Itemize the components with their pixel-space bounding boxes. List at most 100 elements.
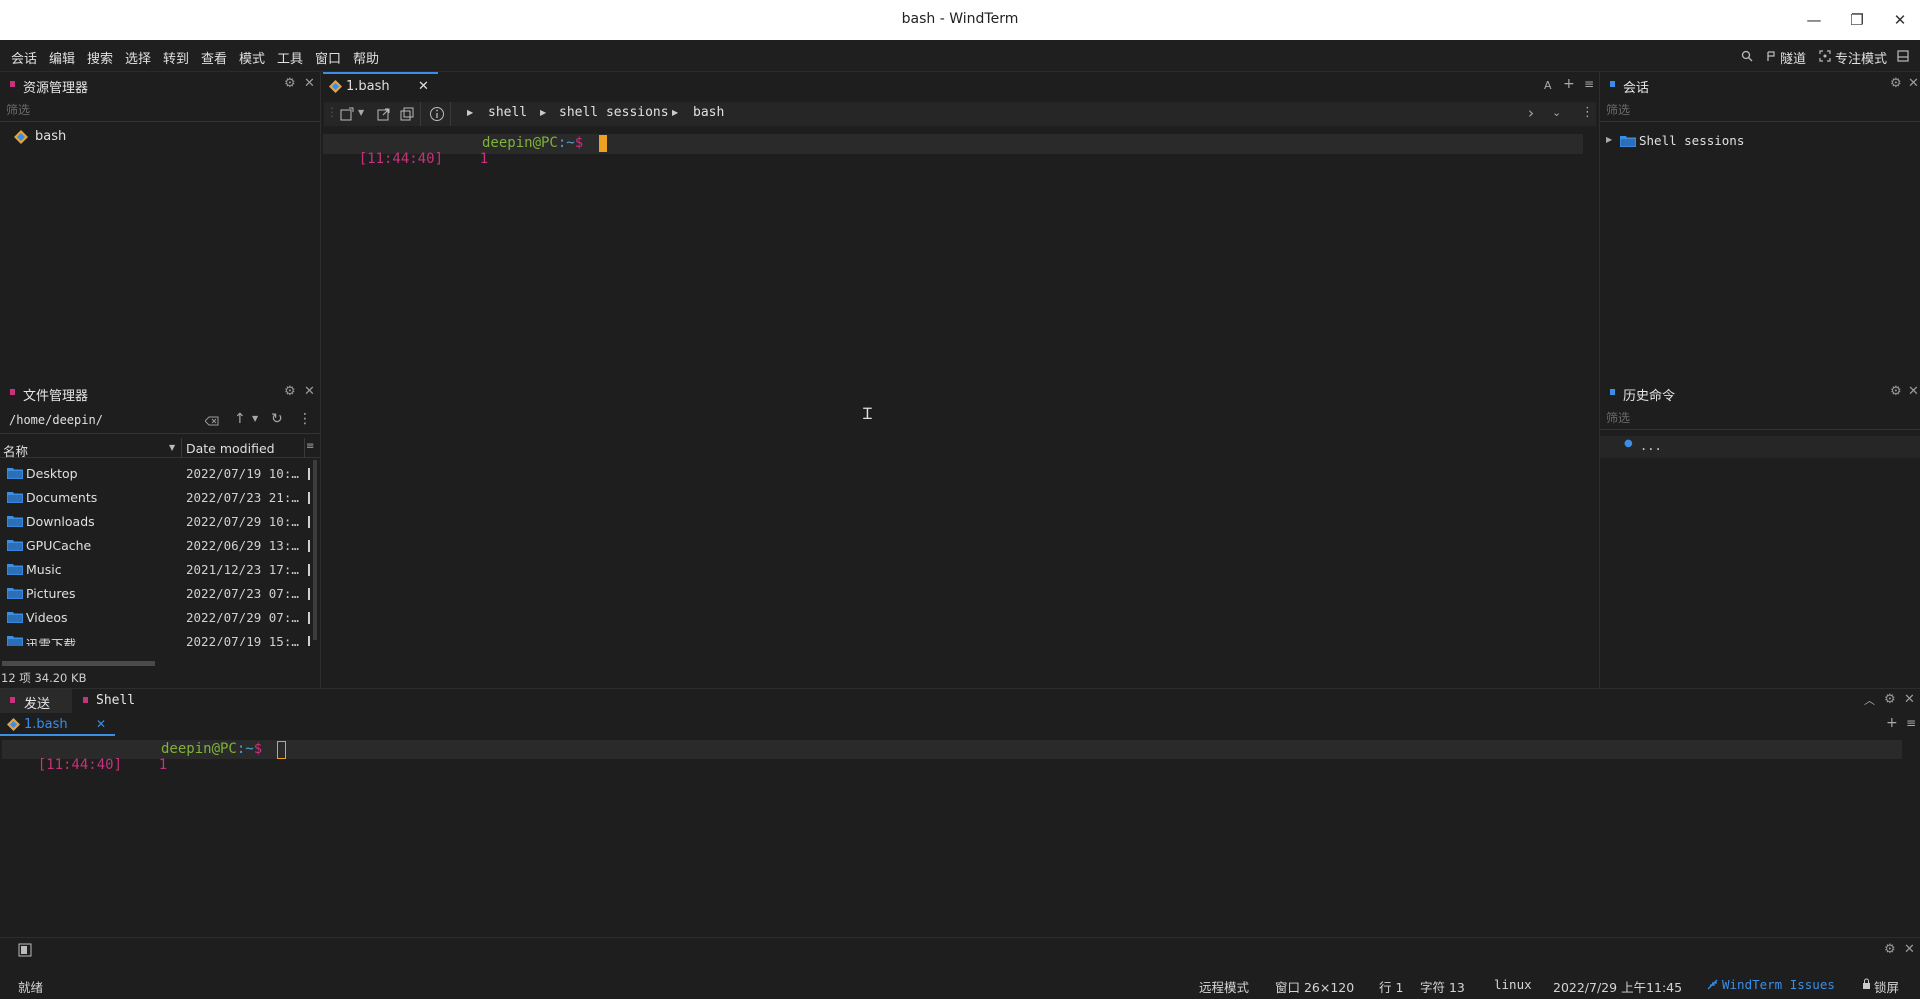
column-date[interactable]: Date modified: [186, 441, 275, 456]
file-row[interactable]: 迅雷下载 2022/07/19 15:…: [0, 630, 310, 646]
file-row[interactable]: Downloads 2022/07/29 10:…: [0, 510, 310, 534]
path-input[interactable]: /home/deepin/: [9, 413, 103, 427]
terminal-viewport[interactable]: [321, 154, 1585, 684]
chevron-down-icon[interactable]: ▼: [358, 108, 364, 117]
menu-session[interactable]: 会话: [11, 48, 37, 67]
more-icon[interactable]: ⋮: [1581, 105, 1594, 120]
breadcrumb-item[interactable]: shell: [488, 105, 527, 120]
chevron-right-icon[interactable]: ›: [1528, 104, 1534, 122]
close-icon[interactable]: ✕: [304, 384, 315, 399]
file-date: 2022/07/29 10:…: [186, 514, 299, 529]
layout-icon[interactable]: [1897, 50, 1909, 62]
gear-icon[interactable]: ⚙: [1884, 942, 1896, 957]
history-title: 历史命令: [1623, 389, 1676, 404]
chevron-down-icon[interactable]: ⌄: [1552, 106, 1561, 119]
send-input-area[interactable]: [0, 761, 1920, 931]
close-icon[interactable]: ✕: [304, 76, 315, 91]
more-icon[interactable]: ⋮: [298, 411, 312, 427]
font-size-button[interactable]: A: [1544, 79, 1552, 92]
close-icon[interactable]: ✕: [1908, 384, 1919, 399]
info-icon[interactable]: [429, 106, 445, 122]
menu-select[interactable]: 选择: [125, 48, 151, 67]
cursor-row[interactable]: 行 1: [1379, 977, 1403, 996]
restore-button[interactable]: ❐: [1842, 8, 1872, 32]
focus-mode-button[interactable]: 专注模式: [1835, 48, 1887, 67]
menu-icon[interactable]: ≡: [1584, 77, 1594, 91]
tunnel-button[interactable]: 隧道: [1780, 48, 1806, 67]
close-tab-icon[interactable]: ✕: [418, 79, 429, 94]
prompt-dollar: $: [574, 135, 584, 151]
close-icon[interactable]: ✕: [1904, 942, 1915, 957]
chevron-down-icon[interactable]: ▼: [252, 414, 258, 423]
file-row[interactable]: Documents 2022/07/23 21:…: [0, 486, 310, 510]
cursor-chars[interactable]: 字符 13: [1420, 977, 1465, 996]
minimize-button[interactable]: —: [1799, 8, 1829, 32]
session-tree-item[interactable]: ▶ Shell sessions: [1606, 132, 1826, 152]
menu-mode[interactable]: 模式: [239, 48, 265, 67]
file-manager-header: 文件管理器 ⚙ ✕: [0, 380, 320, 406]
refresh-icon[interactable]: ↻: [271, 411, 283, 427]
panel-marker: [10, 389, 15, 395]
menu-icon[interactable]: ≡: [1906, 716, 1916, 730]
window-size[interactable]: 窗口 26×120: [1275, 977, 1354, 996]
notes-icon[interactable]: [18, 943, 32, 957]
new-tab-icon[interactable]: +: [1563, 76, 1575, 92]
file-date: 2022/07/19 15:…: [186, 634, 299, 646]
lock-screen-button[interactable]: 锁屏: [1874, 977, 1899, 996]
search-icon[interactable]: [1741, 50, 1753, 62]
close-window-button[interactable]: ✕: [1885, 8, 1915, 32]
breadcrumb-item[interactable]: shell sessions: [559, 105, 669, 120]
column-more-icon[interactable]: ≡: [306, 441, 314, 452]
breadcrumb-toolbar: ⋮ ▼ ▶ shell ▶ shell sessions ▶ bash › ⌄ …: [324, 102, 1596, 126]
copy-session-icon[interactable]: [400, 107, 414, 121]
drag-handle-icon[interactable]: ⋮: [326, 105, 338, 119]
close-tab-icon[interactable]: ✕: [96, 717, 106, 731]
close-icon[interactable]: ✕: [1904, 692, 1915, 707]
remote-mode[interactable]: 远程模式: [1199, 977, 1249, 996]
history-item[interactable]: ● ...: [1600, 436, 1920, 458]
menu-bar: 会话 编辑 搜索 选择 转到 查看 模式 工具 窗口 帮助 隧道 专注模式: [0, 40, 1920, 72]
chevron-up-icon[interactable]: ︿: [1864, 692, 1875, 708]
new-tab-icon[interactable]: +: [1886, 715, 1898, 731]
close-icon[interactable]: ✕: [1908, 76, 1919, 91]
gear-icon[interactable]: ⚙: [1890, 384, 1902, 399]
prompt-text: deepin@PC:~$: [482, 135, 583, 151]
file-row[interactable]: Desktop 2022/07/19 10:…: [0, 462, 310, 486]
file-row[interactable]: Videos 2022/07/29 07:…: [0, 606, 310, 630]
vertical-scrollbar[interactable]: [313, 460, 317, 640]
menu-tools[interactable]: 工具: [277, 48, 303, 67]
sessions-filter-input[interactable]: [1600, 100, 1920, 120]
gear-icon[interactable]: ⚙: [1884, 692, 1896, 707]
breadcrumb-item[interactable]: bash: [693, 105, 724, 120]
history-filter-input[interactable]: [1600, 408, 1920, 428]
up-arrow-icon[interactable]: ↑: [234, 411, 246, 427]
explorer-item-bash[interactable]: bash: [14, 129, 214, 149]
gear-icon[interactable]: ⚙: [1890, 76, 1902, 91]
gear-icon[interactable]: ⚙: [284, 384, 296, 399]
clear-path-icon[interactable]: [205, 416, 219, 426]
new-session-icon[interactable]: [340, 107, 354, 121]
tab-send[interactable]: 发送: [0, 689, 72, 713]
menu-goto[interactable]: 转到: [163, 48, 189, 67]
column-name[interactable]: 名称: [3, 441, 28, 460]
expand-arrow-icon[interactable]: ▶: [1606, 135, 1612, 144]
size-indicator: [308, 588, 310, 600]
duplicate-session-icon[interactable]: [377, 107, 391, 121]
file-date: 2022/07/23 21:…: [186, 490, 299, 505]
file-row[interactable]: Pictures 2022/07/23 07:…: [0, 582, 310, 606]
menu-view[interactable]: 查看: [201, 48, 227, 67]
tab-shell[interactable]: Shell: [80, 689, 152, 713]
menu-help[interactable]: 帮助: [353, 48, 379, 67]
os-type[interactable]: linux: [1494, 977, 1532, 992]
windterm-issues-link[interactable]: WindTerm Issues: [1722, 977, 1835, 992]
menu-search[interactable]: 搜索: [87, 48, 113, 67]
menu-window[interactable]: 窗口: [315, 48, 341, 67]
sub-tab-1-bash[interactable]: 1.bash ✕: [0, 714, 115, 736]
file-row[interactable]: Music 2021/12/23 17:…: [0, 558, 310, 582]
horizontal-scrollbar[interactable]: [2, 661, 155, 666]
explorer-filter-input[interactable]: [0, 100, 320, 120]
menu-edit[interactable]: 编辑: [49, 48, 75, 67]
gear-icon[interactable]: ⚙: [284, 76, 296, 91]
tab-1-bash[interactable]: 1.bash ✕: [323, 72, 438, 100]
file-row[interactable]: GPUCache 2022/06/29 13:…: [0, 534, 310, 558]
